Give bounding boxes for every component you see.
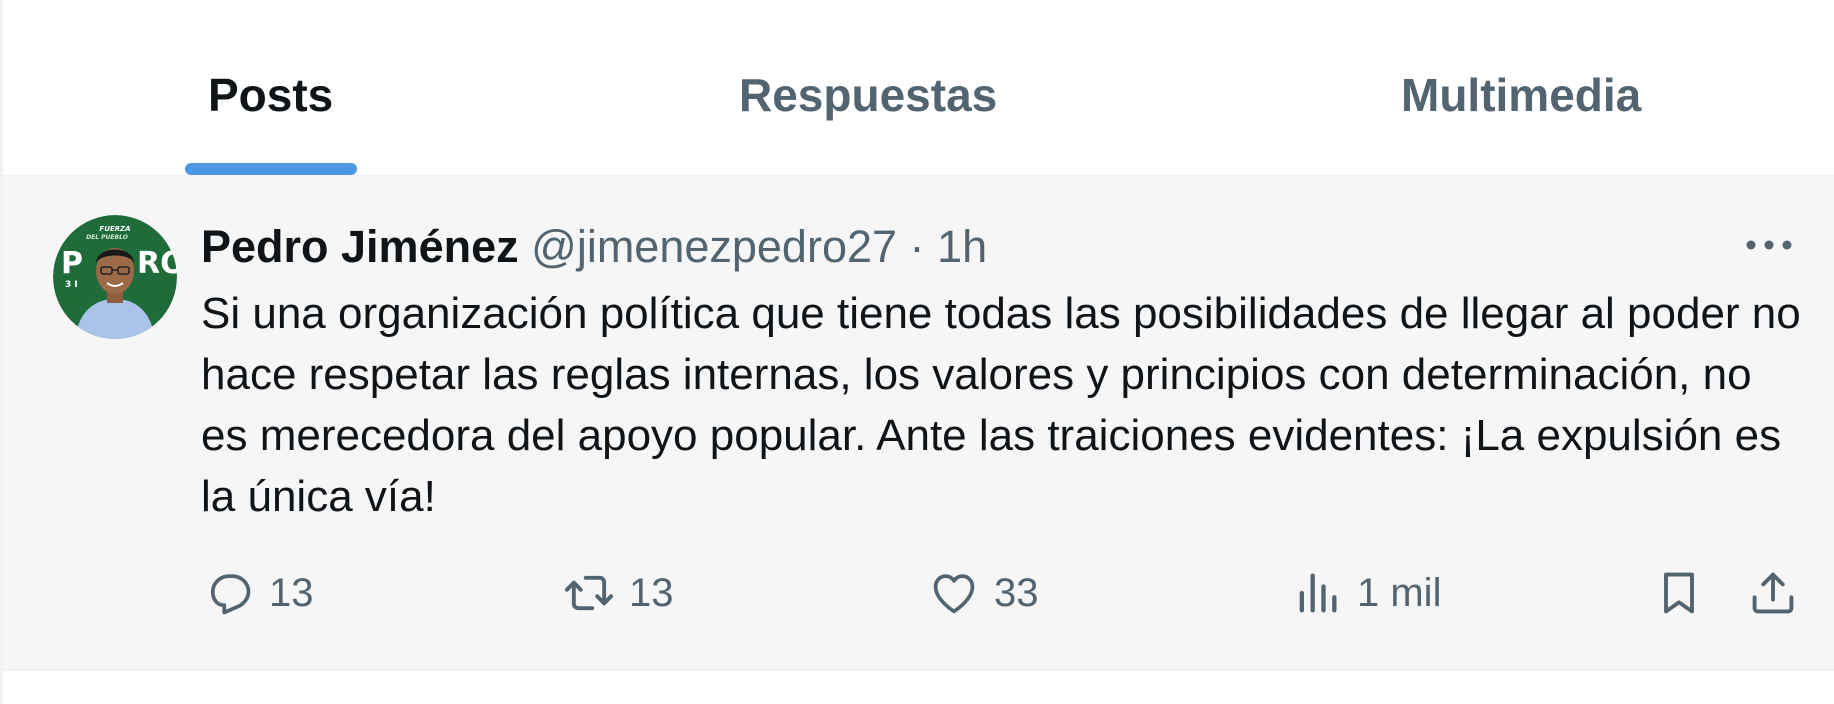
post-header: Pedro Jiménez @jimenezpedro27 · 1h [201, 217, 987, 277]
like-icon [933, 574, 975, 614]
tab-posts[interactable]: Posts [208, 60, 333, 130]
more-icon [1746, 240, 1792, 250]
tab-multimedia[interactable]: Multimedia [1401, 60, 1641, 130]
svg-text:DEL PUEBLO: DEL PUEBLO [86, 234, 128, 241]
post[interactable]: FUERZA DEL PUEBLO P RO 3 I Pedro Jiménez… [3, 177, 1834, 669]
repost-button[interactable]: 13 [563, 563, 674, 623]
reply-button[interactable]: 13 [203, 563, 314, 623]
post-text: Si una organización política que tiene t… [201, 289, 1801, 521]
views-button[interactable]: 1 mil [1291, 563, 1441, 623]
reply-count: 13 [269, 570, 314, 615]
svg-text:RO: RO [137, 246, 177, 281]
post-divider [3, 669, 1834, 671]
profile-tabs: Posts Respuestas Multimedia [3, 0, 1834, 175]
views-count: 1 mil [1357, 570, 1442, 615]
bookmark-button[interactable] [1653, 563, 1705, 623]
like-button[interactable]: 33 [928, 563, 1039, 623]
avatar[interactable]: FUERZA DEL PUEBLO P RO 3 I [53, 215, 177, 339]
author-name[interactable]: Pedro Jiménez [201, 221, 519, 272]
bookmark-icon [1664, 572, 1694, 614]
repost-icon [564, 575, 614, 611]
tab-respuestas[interactable]: Respuestas [739, 60, 997, 130]
svg-text:FUERZA: FUERZA [99, 225, 130, 233]
separator-dot: · [909, 221, 925, 272]
share-button[interactable] [1747, 563, 1799, 623]
post-time[interactable]: 1h [937, 221, 987, 272]
svg-text:3 I: 3 I [65, 280, 78, 290]
more-button[interactable] [1739, 225, 1799, 265]
svg-text:P: P [61, 246, 83, 281]
active-tab-indicator [185, 163, 357, 175]
reply-icon [210, 574, 251, 615]
author-handle[interactable]: @jimenezpedro27 [531, 221, 897, 272]
avatar-image: FUERZA DEL PUEBLO P RO 3 I [53, 215, 177, 339]
like-count: 33 [994, 570, 1039, 615]
views-icon [1299, 573, 1337, 613]
share-icon [1752, 572, 1794, 614]
repost-count: 13 [629, 570, 674, 615]
